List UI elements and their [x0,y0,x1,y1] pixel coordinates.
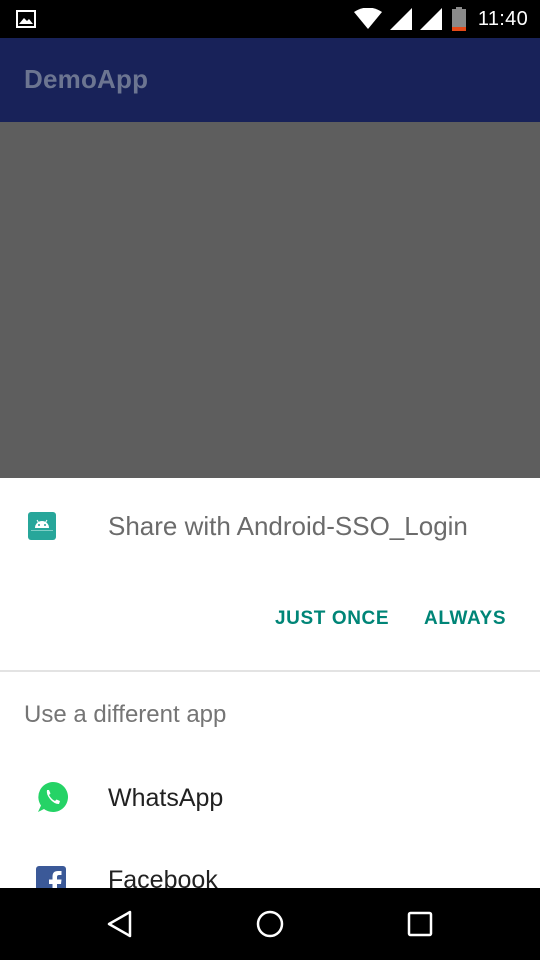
share-bottom-sheet: Share with Android-SSO_Login JUST ONCE A… [0,478,540,888]
app-bar: DemoApp [0,38,540,122]
dim-overlay[interactable] [0,122,540,478]
battery-icon [451,7,466,31]
facebook-icon [36,866,70,888]
wifi-icon [353,8,382,30]
home-icon[interactable] [254,908,286,940]
share-title: Share with Android-SSO_Login [108,511,468,541]
status-bar: 11:40 [0,0,540,38]
whatsapp-icon [36,780,70,814]
app-item-label: Facebook [108,866,218,888]
status-time: 11:40 [477,7,528,30]
signal-icon [419,8,442,30]
app-item-whatsapp[interactable]: WhatsApp [0,758,540,838]
divider [0,670,540,672]
navigation-bar [0,888,540,960]
recents-icon[interactable] [404,908,436,940]
app-title: DemoApp [24,64,149,94]
back-icon[interactable] [104,908,136,940]
signal-icon [389,8,412,30]
status-icons: 11:40 [353,7,528,31]
android-app-icon [28,512,56,540]
section-label: Use a different app [24,701,227,728]
just-once-button[interactable]: JUST ONCE [275,608,389,630]
always-button[interactable]: ALWAYS [424,608,506,630]
image-notification-icon [16,10,36,28]
app-item-label: WhatsApp [108,784,224,812]
app-item-facebook[interactable]: Facebook [0,840,540,888]
suggested-app-row[interactable]: Share with Android-SSO_Login [0,478,540,578]
